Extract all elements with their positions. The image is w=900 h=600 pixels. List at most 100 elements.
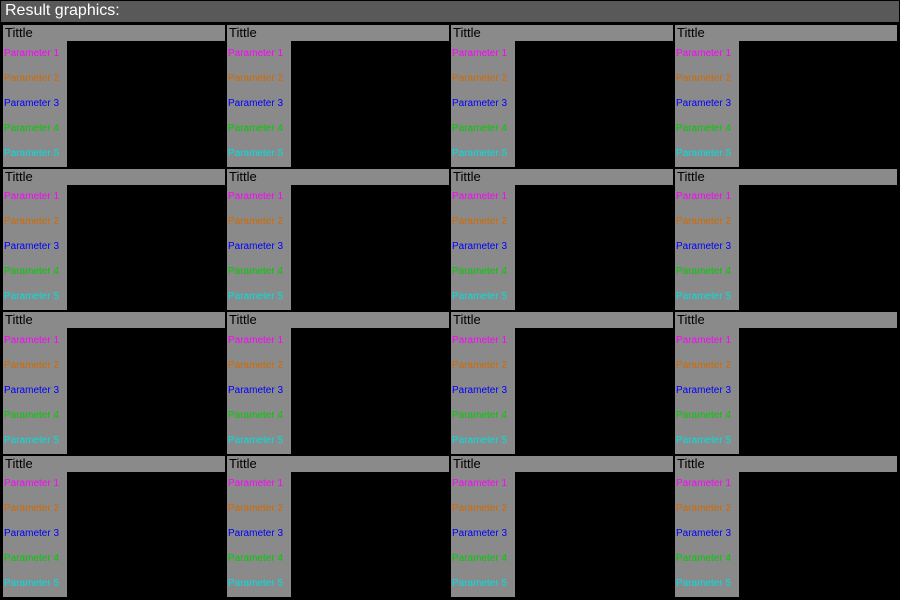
chart-plot-area [515,185,673,311]
chart-cell: TittleParameter 1Parameter 2Parameter 3P… [675,169,897,311]
legend-item: Parameter 3 [4,528,67,540]
chart-plot-area [67,328,225,454]
legend-item: Parameter 5 [4,435,67,447]
chart-plot-area [291,185,449,311]
legend-item: Parameter 2 [4,73,67,85]
legend-item: Parameter 2 [4,216,67,228]
legend-item: Parameter 5 [228,435,291,447]
legend-item: Parameter 1 [676,478,739,490]
legend-item: Parameter 4 [228,410,291,422]
legend-item: Parameter 1 [452,48,515,60]
chart-title: Tittle [3,169,225,185]
chart-title: Tittle [227,312,449,328]
legend-item: Parameter 2 [228,503,291,515]
chart-legend: Parameter 1Parameter 2Parameter 3Paramet… [3,41,67,167]
legend-item: Parameter 1 [676,335,739,347]
legend-item: Parameter 2 [452,360,515,372]
legend-item: Parameter 3 [228,98,291,110]
chart-plot-area [739,328,897,454]
chart-legend: Parameter 1Parameter 2Parameter 3Paramet… [227,328,291,454]
legend-item: Parameter 1 [228,335,291,347]
chart-legend: Parameter 1Parameter 2Parameter 3Paramet… [3,328,67,454]
legend-item: Parameter 2 [228,216,291,228]
legend-item: Parameter 3 [676,98,739,110]
legend-item: Parameter 4 [228,553,291,565]
legend-item: Parameter 2 [676,73,739,85]
chart-legend: Parameter 1 Parameter 2 Parameter 3 Paramet… [3,472,67,598]
chart-plot-area [515,328,673,454]
legend-item: Parameter 1 [4,335,67,347]
legend-item: Parameter 4 [4,123,67,135]
legend-item: Parameter 4 [452,410,515,422]
chart-plot-area [67,185,225,311]
legend-item: Parameter 4 [4,410,67,422]
legend-item: Parameter 1 [4,191,67,203]
legend-item: Parameter 3 [676,528,739,540]
chart-plot-area [291,41,449,167]
legend-item: Parameter 2 [676,216,739,228]
legend-item: Parameter 3 [4,241,67,253]
legend-item: Parameter 4 [452,553,515,565]
legend-item: Parameter 4 [4,553,67,565]
legend-item: Parameter 2 [4,503,67,515]
legend-item: Parameter 3 [676,241,739,253]
chart-cell: TittleParameter 1Parameter 2Parameter 3P… [3,456,225,598]
chart-cell: TittleParameter 1Parameter 2Parameter 3P… [3,312,225,454]
chart-title: Tittle [675,25,897,41]
legend-item: Parameter 3 [676,385,739,397]
chart-title: Tittle [3,312,225,328]
legend-item: Parameter 1 [452,478,515,490]
chart-cell: TittleParameter 1Parameter 2Parameter 3P… [451,25,673,167]
chart-title: Tittle [451,456,673,472]
legend-item: Parameter 3 [452,385,515,397]
legend-item: Parameter 2 [676,503,739,515]
legend-item: Parameter 5 [676,291,739,303]
chart-legend: Parameter 1Parameter 2Parameter 3Paramet… [227,41,291,167]
chart-cell: Tittle Parameter 1 Parameter 2 Parameter 3 P… [451,312,673,454]
chart-title: Tittle [227,169,449,185]
panel-header: Result graphics: [1,1,899,23]
legend-item: Parameter 5 [676,148,739,160]
legend-item: Parameter 1 [228,191,291,203]
chart-cell: TittleParameter 1Parameter 2Parameter 3P… [675,456,897,598]
legend-item: Parameter 5 [228,578,291,590]
chart-title: Tittle [675,456,897,472]
chart-cell: TittleParameter 1Parameter 2Parameter 3P… [3,25,225,167]
legend-item: Parameter 5 [228,148,291,160]
legend-item: Parameter 4 [452,123,515,135]
legend-item: Parameter 4 [228,123,291,135]
chart-cell: TittleParameter 1Parameter 2Parameter 3P… [451,456,673,598]
legend-item: Parameter 1 [228,478,291,490]
chart-plot-area [739,472,897,598]
legend-item: Parameter 5 [452,291,515,303]
legend-item: Parameter 3 [228,241,291,253]
chart-plot-area [515,472,673,598]
legend-item: Parameter 5 [4,578,67,590]
legend-item: Parameter 5 [676,435,739,447]
legend-item: Parameter 5 [452,578,515,590]
chart-plot-area [291,328,449,454]
legend-item: Parameter 1 [452,191,515,203]
legend-item: Parameter 2 [452,73,515,85]
legend-item: Parameter 4 [228,266,291,278]
legend-item: Parameter 5 [4,148,67,160]
chart-cell: TittleParameter 1Parameter 2Parameter 3P… [3,169,225,311]
legend-item: Parameter 5 [452,148,515,160]
legend-item: Parameter 2 [228,360,291,372]
chart-legend: Parameter 1Parameter 2Parameter 3Paramet… [675,328,739,454]
legend-item: Parameter 3 [452,98,515,110]
legend-item: Parameter 1 [676,48,739,60]
chart-cell: Tittle Parameter 1 Parameter 2 Parameter 3 P… [675,25,897,167]
legend-item: Parameter 1 [4,478,67,490]
chart-plot-area [515,41,673,167]
chart-legend: Parameter 1Parameter 2Parameter 3Paramet… [227,472,291,598]
legend-item: Parameter 1 [228,48,291,60]
legend-item: Parameter 4 [676,410,739,422]
chart-legend: Parameter 1 Parameter 2 Parameter 3 Paramet… [227,185,291,311]
chart-title: Tittle [451,312,673,328]
chart-cell: TittleParameter 1Parameter 2Parameter 3P… [675,312,897,454]
legend-item: Parameter 2 [452,503,515,515]
chart-cell: TittleParameter 1Parameter 2Parameter 3P… [227,312,449,454]
result-grid: TittleParameter 1Parameter 2Parameter 3P… [1,23,899,599]
legend-item: Parameter 1 [452,335,515,347]
